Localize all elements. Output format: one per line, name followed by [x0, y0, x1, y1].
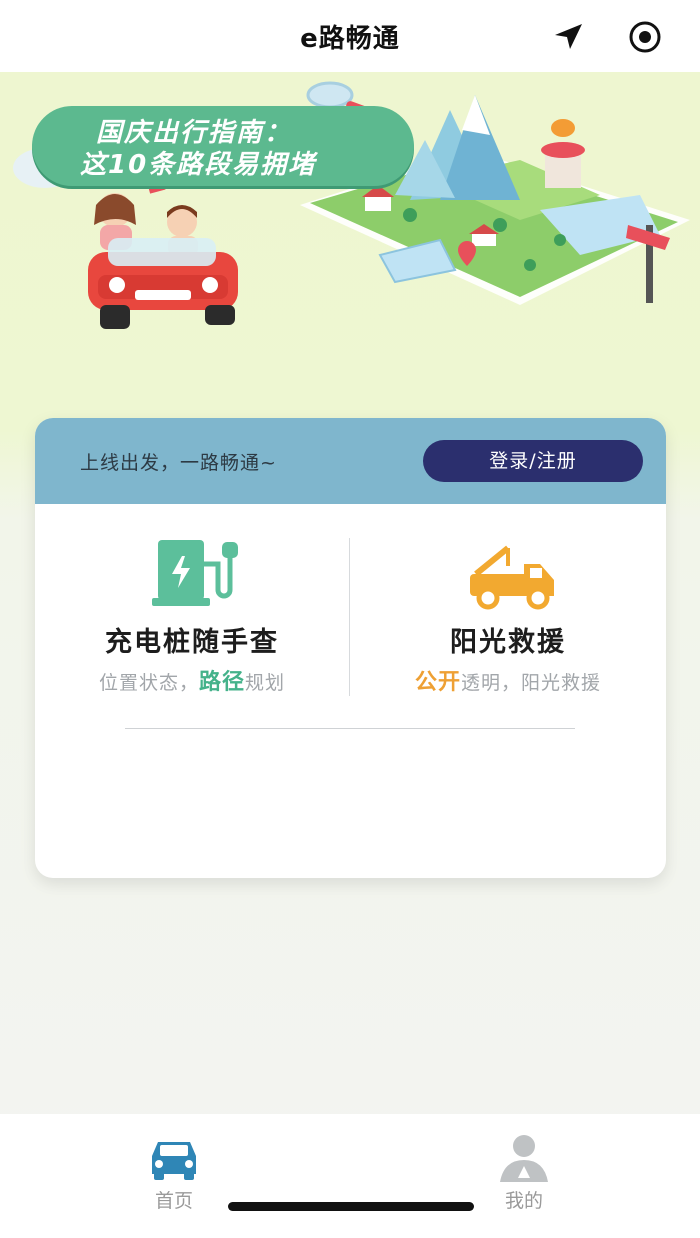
target-circle-icon[interactable] [628, 20, 662, 54]
app-page: e路畅通 国庆出行指南： 这10条路段易拥堵 上线出发，一路畅通~ 登录/注册 … [0, 0, 700, 1238]
card-header: 上线出发，一路畅通~ 登录/注册 [35, 418, 666, 504]
service-sunshine-rescue[interactable]: 阳光救援 公开透明，阳光救援 [351, 518, 665, 718]
service-charging-station[interactable]: 充电桩随手查 位置状态，路径规划 [35, 518, 349, 718]
charging-station-icon [152, 540, 238, 606]
promo-banner[interactable]: 国庆出行指南： 这10条路段易拥堵 [0, 72, 700, 422]
tab-home[interactable]: 首页 [114, 1128, 234, 1228]
desc-text: 透明，阳光救援 [461, 672, 602, 694]
tab-label: 首页 [154, 1190, 193, 1212]
bottom-tab-bar: 首页 我的 [0, 1114, 700, 1238]
user-icon [500, 1135, 548, 1182]
car-icon [152, 1142, 196, 1180]
desc-highlight: 路径 [198, 670, 245, 695]
service-description: 位置状态，路径规划 [35, 664, 349, 696]
desc-highlight: 公开 [414, 670, 461, 695]
welcome-slogan: 上线出发，一路畅通~ [80, 452, 277, 474]
tab-label: 我的 [504, 1190, 543, 1212]
navigation-bar: e路畅通 [0, 0, 700, 72]
desc-text: 位置状态， [98, 672, 199, 694]
service-title: 阳光救援 [450, 627, 566, 658]
navigation-arrow-icon[interactable] [552, 22, 584, 50]
banner-title-line2: 这10条路段易拥堵 [80, 150, 317, 180]
login-register-button[interactable]: 登录/注册 [423, 440, 643, 482]
service-title: 充电桩随手查 [105, 627, 279, 658]
home-indicator [228, 1202, 474, 1211]
services-card: 上线出发，一路畅通~ 登录/注册 充电桩随手查 位置状态，路径规划 阳光救援 公… [35, 418, 666, 878]
service-description: 公开透明，阳光救援 [351, 664, 665, 696]
vertical-divider [349, 538, 350, 696]
app-title: e路畅通 [300, 24, 400, 54]
tow-truck-icon [470, 545, 554, 610]
horizontal-divider [125, 728, 575, 729]
tab-mine[interactable]: 我的 [464, 1128, 584, 1228]
desc-text: 规划 [245, 672, 286, 694]
